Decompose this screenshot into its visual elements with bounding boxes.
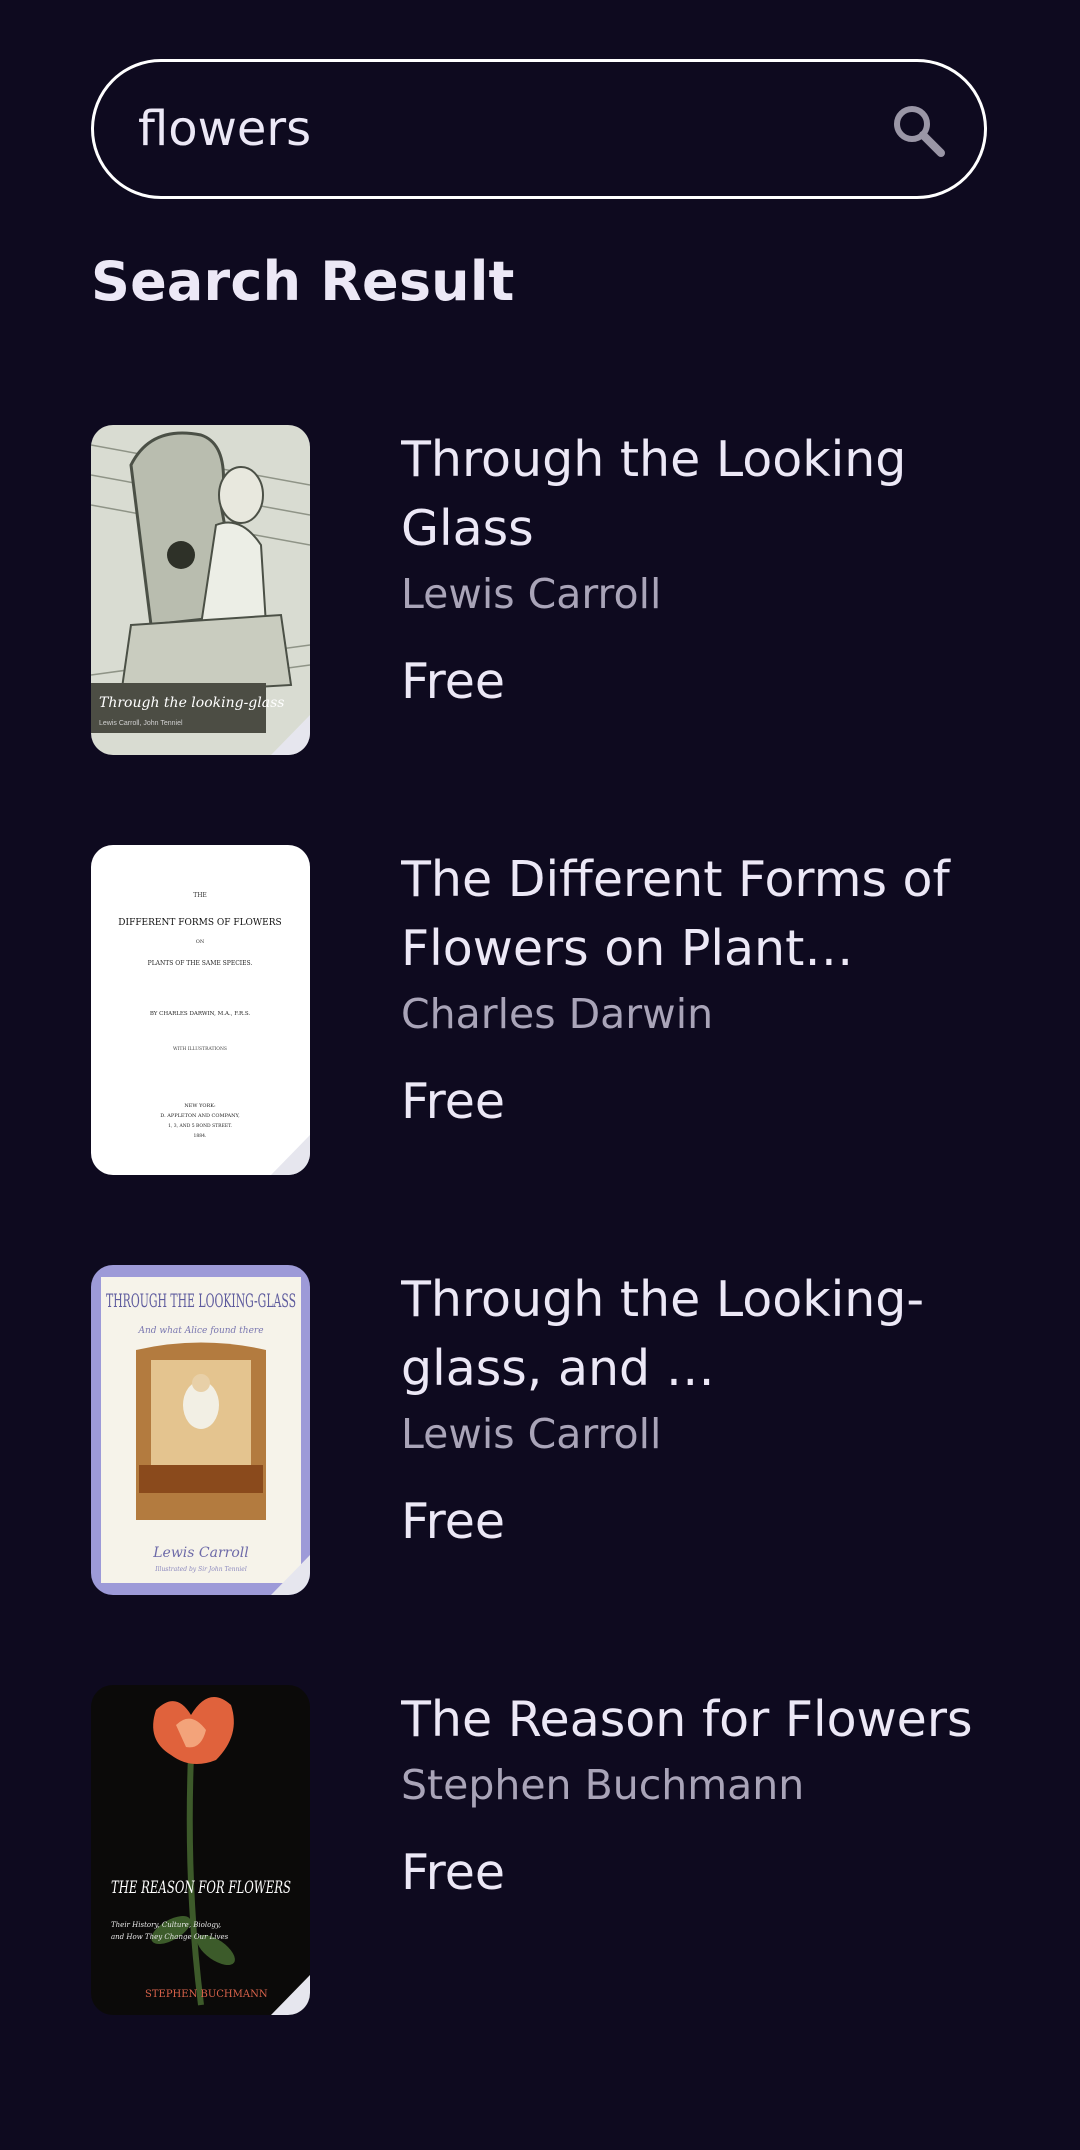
cover-author: BY CHARLES DARWIN, M.A., F.R.S. xyxy=(150,1011,251,1017)
book-author: Lewis Carroll xyxy=(401,570,662,618)
svg-text:D. APPLETON AND COMPANY,: D. APPLETON AND COMPANY, xyxy=(160,1113,240,1119)
book-price: Free xyxy=(401,1073,505,1130)
svg-text:Illustrated by Sir John Tennie: Illustrated by Sir John Tenniel xyxy=(154,1566,247,1573)
svg-text:WITH ILLUSTRATIONS: WITH ILLUSTRATIONS xyxy=(173,1046,227,1052)
svg-text:Their History, Culture, Biolog: Their History, Culture, Biology, xyxy=(111,1921,221,1929)
cover-author: Lewis Carroll, John Tenniel xyxy=(99,720,183,727)
search-icon[interactable] xyxy=(890,102,946,158)
section-title: Search Result xyxy=(91,250,515,313)
cover-title: Through the looking-glass xyxy=(99,695,284,711)
book-cover[interactable]: THE DIFFERENT FORMS OF FLOWERS ON PLANTS… xyxy=(91,845,310,1175)
book-item[interactable]: Through the looking-glass Lewis Carroll,… xyxy=(91,425,991,755)
book-cover[interactable]: THROUGH THE LOOKING-GLASS And what Alice… xyxy=(91,1265,310,1595)
book-title[interactable]: Through the Looking-glass, and … xyxy=(401,1265,981,1403)
book-title[interactable]: The Different Forms of Flowers on Plant… xyxy=(401,845,981,983)
book-title[interactable]: The Reason for Flowers xyxy=(401,1685,981,1754)
svg-text:PLANTS OF THE SAME SPECIES.: PLANTS OF THE SAME SPECIES. xyxy=(148,960,253,967)
svg-text:And what Alice found there: And what Alice found there xyxy=(137,1326,263,1336)
book-price: Free xyxy=(401,653,505,710)
svg-text:1884.: 1884. xyxy=(194,1133,207,1139)
book-title[interactable]: Through the Looking Glass xyxy=(401,425,981,563)
book-author: Charles Darwin xyxy=(401,990,714,1038)
book-item[interactable]: THROUGH THE LOOKING-GLASS And what Alice… xyxy=(91,1265,991,1595)
book-price: Free xyxy=(401,1844,505,1901)
cover-title: DIFFERENT FORMS OF FLOWERS xyxy=(118,918,281,928)
book-item[interactable]: THE DIFFERENT FORMS OF FLOWERS ON PLANTS… xyxy=(91,845,991,1175)
svg-text:and How They Change Our Lives: and How They Change Our Lives xyxy=(111,1933,229,1941)
book-cover[interactable]: Through the looking-glass Lewis Carroll,… xyxy=(91,425,310,755)
svg-text:ON: ON xyxy=(196,939,205,945)
book-author: Lewis Carroll xyxy=(401,1410,662,1458)
cover-title: THE REASON FOR FLOWERS xyxy=(111,1878,291,1898)
search-input[interactable]: flowers xyxy=(138,62,311,196)
svg-text:1, 3, AND 5 BOND STREET.: 1, 3, AND 5 BOND STREET. xyxy=(168,1123,232,1129)
book-author: Stephen Buchmann xyxy=(401,1761,805,1809)
book-cover[interactable]: THE REASON FOR FLOWERS Their History, Cu… xyxy=(91,1685,310,2015)
search-bar[interactable]: flowers xyxy=(91,59,987,199)
cover-author: Lewis Carroll xyxy=(152,1545,249,1561)
cover-title: THROUGH THE LOOKING-GLASS xyxy=(106,1290,296,1312)
book-item[interactable]: THE REASON FOR FLOWERS Their History, Cu… xyxy=(91,1685,991,2015)
svg-text:THE: THE xyxy=(193,892,207,899)
cover-author: STEPHEN BUCHMANN xyxy=(145,1989,268,2000)
book-price: Free xyxy=(401,1493,505,1550)
svg-text:NEW YORK:: NEW YORK: xyxy=(184,1103,216,1109)
